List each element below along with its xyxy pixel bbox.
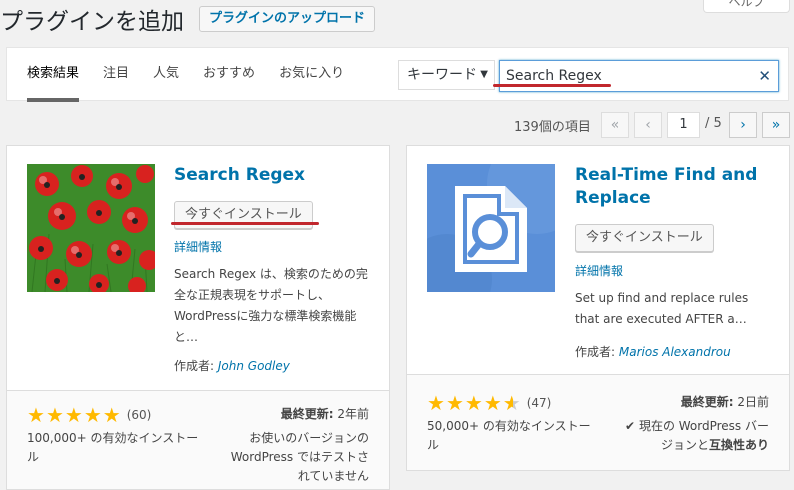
install-highlight-underline bbox=[171, 222, 319, 225]
star-rating: ★ ★ ★ ★ ★ (60) bbox=[27, 405, 151, 425]
check-icon: ✔ bbox=[625, 419, 636, 433]
search-highlight-underline bbox=[493, 84, 611, 87]
tab-favorites[interactable]: お気に入り bbox=[279, 48, 344, 102]
more-details-link[interactable]: 詳細情報 bbox=[174, 238, 222, 255]
plugin-author: 作成者: John Godley bbox=[174, 357, 290, 374]
install-now-button[interactable]: 今すぐインストール bbox=[575, 224, 714, 252]
tab-popular[interactable]: 人気 bbox=[153, 48, 179, 102]
star-icon: ★ bbox=[102, 403, 121, 427]
plugin-description: Search Regex は、検索のための完全な正規表現をサポートし、WordP… bbox=[174, 267, 368, 344]
plugin-card-footer: ★ ★ ★ ★ ★ (47) 最終更新: 2日前 50,000+ の有効なインス… bbox=[407, 374, 789, 470]
compatibility-status: お使いのバージョンの WordPress ではテストされていません bbox=[230, 431, 369, 483]
author-link[interactable]: Marios Alexandrou bbox=[619, 345, 731, 359]
star-icon: ★ bbox=[427, 391, 445, 415]
page-title: プラグインを追加 bbox=[0, 9, 184, 35]
plugin-card-real-time-find-replace: Real-Time Find and Replace 今すぐインストール 詳細情… bbox=[406, 145, 790, 471]
search-type-value: キーワード bbox=[407, 67, 477, 83]
first-page-button[interactable]: « bbox=[601, 112, 629, 138]
search-input-value: Search Regex bbox=[506, 68, 602, 84]
total-pages: / 5 bbox=[705, 116, 722, 131]
tab-featured[interactable]: 注目 bbox=[103, 48, 129, 102]
help-tab[interactable]: ヘルプ bbox=[703, 0, 790, 13]
plugin-author: 作成者: Marios Alexandrou bbox=[575, 343, 731, 360]
author-link[interactable]: John Godley bbox=[218, 359, 290, 373]
current-page-input[interactable]: 1 bbox=[667, 112, 700, 138]
plugin-card-footer: ★ ★ ★ ★ ★ (60) 最終更新: 2年前 100,000+ の有効なイン… bbox=[7, 390, 389, 489]
search-input[interactable]: Search Regex ✕ bbox=[499, 60, 779, 92]
star-icon: ★ bbox=[45, 403, 64, 427]
star-icon: ★ bbox=[83, 403, 102, 427]
plugin-name[interactable]: Search Regex bbox=[174, 164, 374, 187]
dropdown-arrow-icon: ▼ bbox=[480, 69, 488, 80]
plugin-card-search-regex: Search Regex 今すぐインストール 詳細情報 Search Regex… bbox=[6, 145, 390, 490]
compat-bold: 互換性あり bbox=[708, 438, 769, 452]
star-icon: ★ bbox=[464, 391, 483, 415]
rating-count: (60) bbox=[126, 408, 152, 422]
last-page-button[interactable]: » bbox=[762, 112, 790, 138]
plugin-thumbnail[interactable] bbox=[427, 164, 555, 292]
star-icon: ★ bbox=[64, 403, 83, 427]
active-installs: 50,000+ の有効なインストール bbox=[427, 419, 591, 452]
last-updated-value: 2日前 bbox=[737, 395, 769, 409]
star-icon: ★ bbox=[483, 391, 502, 415]
compatibility-status: ✔ 現在の WordPress バージョンと互換性あり bbox=[619, 417, 769, 455]
next-page-button[interactable]: › bbox=[729, 112, 757, 138]
filter-tabs: 検索結果 注目 人気 おすすめ お気に入り bbox=[27, 48, 368, 102]
last-updated-label: 最終更新: bbox=[680, 395, 734, 409]
plugin-description: Set up find and replace rules that are e… bbox=[575, 291, 749, 326]
tab-search-results[interactable]: 検索結果 bbox=[27, 48, 80, 102]
prev-page-button[interactable]: ‹ bbox=[634, 112, 662, 138]
rating-count: (47) bbox=[526, 396, 552, 410]
tab-recommended[interactable]: おすすめ bbox=[203, 48, 255, 102]
star-icon: ★ bbox=[445, 391, 464, 415]
last-updated: 最終更新: 2年前 bbox=[281, 405, 369, 422]
last-updated-value: 2年前 bbox=[337, 407, 369, 421]
search-type-select[interactable]: キーワード ▼ bbox=[398, 60, 495, 90]
clear-search-icon[interactable]: ✕ bbox=[758, 61, 771, 91]
plugin-thumbnail[interactable] bbox=[27, 164, 155, 292]
active-installs: 100,000+ の有効なインストール bbox=[27, 431, 199, 464]
plugin-name[interactable]: Real-Time Find and Replace bbox=[575, 164, 775, 210]
author-prefix: 作成者: bbox=[174, 359, 215, 373]
last-updated-label: 最終更新: bbox=[280, 407, 334, 421]
more-details-link[interactable]: 詳細情報 bbox=[575, 262, 623, 279]
star-half-icon: ★ bbox=[502, 391, 521, 415]
items-count: 139個の項目 bbox=[514, 120, 591, 135]
star-icon: ★ bbox=[27, 403, 45, 427]
pagination: 139個の項目 « ‹ 1 / 5 › » bbox=[0, 112, 794, 138]
plugin-filter-bar: 検索結果 注目 人気 おすすめ お気に入り キーワード ▼ Search Reg… bbox=[6, 47, 789, 102]
author-prefix: 作成者: bbox=[575, 345, 616, 359]
star-rating: ★ ★ ★ ★ ★ (47) bbox=[427, 393, 551, 413]
last-updated: 最終更新: 2日前 bbox=[681, 393, 769, 410]
upload-plugin-button[interactable]: プラグインのアップロード bbox=[199, 6, 376, 32]
